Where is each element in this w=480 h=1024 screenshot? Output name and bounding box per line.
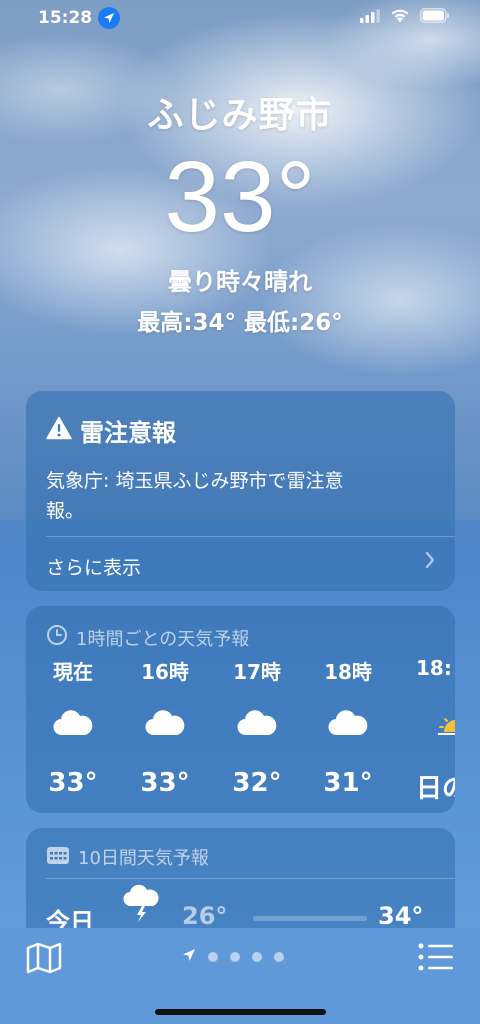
battery-icon [420,8,450,28]
alert-title-row: 雷注意報 [46,413,176,448]
page-dot[interactable] [208,951,218,962]
hour-item: 18: 日の [412,656,455,805]
divider [46,878,455,879]
hour-temperature: 31° [323,768,373,798]
day-row[interactable]: 今日 26° 34° [0,880,480,936]
chevron-right-icon[interactable] [425,551,435,573]
cloud-icon [222,708,292,758]
hour-item: 18時 31° [313,656,383,798]
hour-item: 現在 33° [38,656,108,798]
location-arrow-icon [98,7,121,29]
day-high-temperature: 34° [378,902,424,930]
hour-temperature: 日の [416,774,455,804]
location-arrow-icon [182,947,196,966]
hour-item: 17時 32° [222,656,292,798]
cloud-icon [130,708,200,758]
alert-body: 気象庁: 埼玉県ふじみ野市で雷注意報。 [46,470,344,522]
map-icon[interactable] [26,942,62,978]
status-bar: 15:28 [0,0,480,36]
weather-condition: 曇り時々晴れ [168,268,312,296]
cloud-icon [313,708,383,758]
status-left: 15:28 [38,7,121,29]
alert-title: 雷注意報 [80,419,176,447]
daily-header-label: 10日間天気予報 [78,848,209,869]
hour-temperature: 33° [48,768,98,798]
city-name: ふじみ野市 [147,95,333,136]
current-temperature: 33° [164,141,316,253]
hour-label: 18: [416,656,452,680]
current-weather: ふじみ野市 33° 曇り時々晴れ 最高:34° 最低:26° [0,86,480,337]
hour-label: 17時 [233,660,281,684]
day-low-temperature: 26° [182,902,228,930]
wifi-icon [390,8,410,28]
hourly-forecast-card[interactable]: 1時間ごとの天気予報 現在 33° 16時 33° 17時 32° 18時 31… [26,606,455,813]
thunderstorm-icon [122,884,162,928]
sunset-icon [416,708,455,758]
hour-item: 16時 33° [130,656,200,798]
hourly-header: 1時間ごとの天気予報 [46,624,249,651]
weather-alert-card[interactable]: 雷注意報 気象庁: 埼玉県ふじみ野市で雷注意報。 さらに表示 [26,391,455,591]
cellular-signal-icon [360,8,380,28]
show-more-link[interactable]: さらに表示 [46,553,141,580]
hour-label: 18時 [324,660,372,684]
high-low-temperature: 最高:34° 最低:26° [137,310,343,336]
calendar-icon [46,845,70,870]
hourly-header-label: 1時間ごとの天気予報 [76,628,250,650]
status-right [360,8,450,28]
temperature-range-bar [253,916,367,921]
hour-temperature: 33° [140,768,190,798]
status-time: 15:28 [38,8,93,28]
page-dot[interactable] [252,951,262,962]
cloud-icon [38,708,108,758]
daily-header: 10日間天気予報 [46,844,209,870]
hour-temperature: 32° [232,768,282,798]
hour-label: 現在 [53,660,93,684]
list-icon[interactable] [418,942,454,976]
hour-label: 16時 [141,660,189,684]
warning-triangle-icon [46,416,72,446]
page-dot[interactable] [274,951,284,962]
clock-icon [46,624,68,651]
page-indicator[interactable] [182,947,284,966]
page-dot[interactable] [230,951,240,962]
home-indicator[interactable] [155,1009,326,1015]
divider [46,536,455,537]
